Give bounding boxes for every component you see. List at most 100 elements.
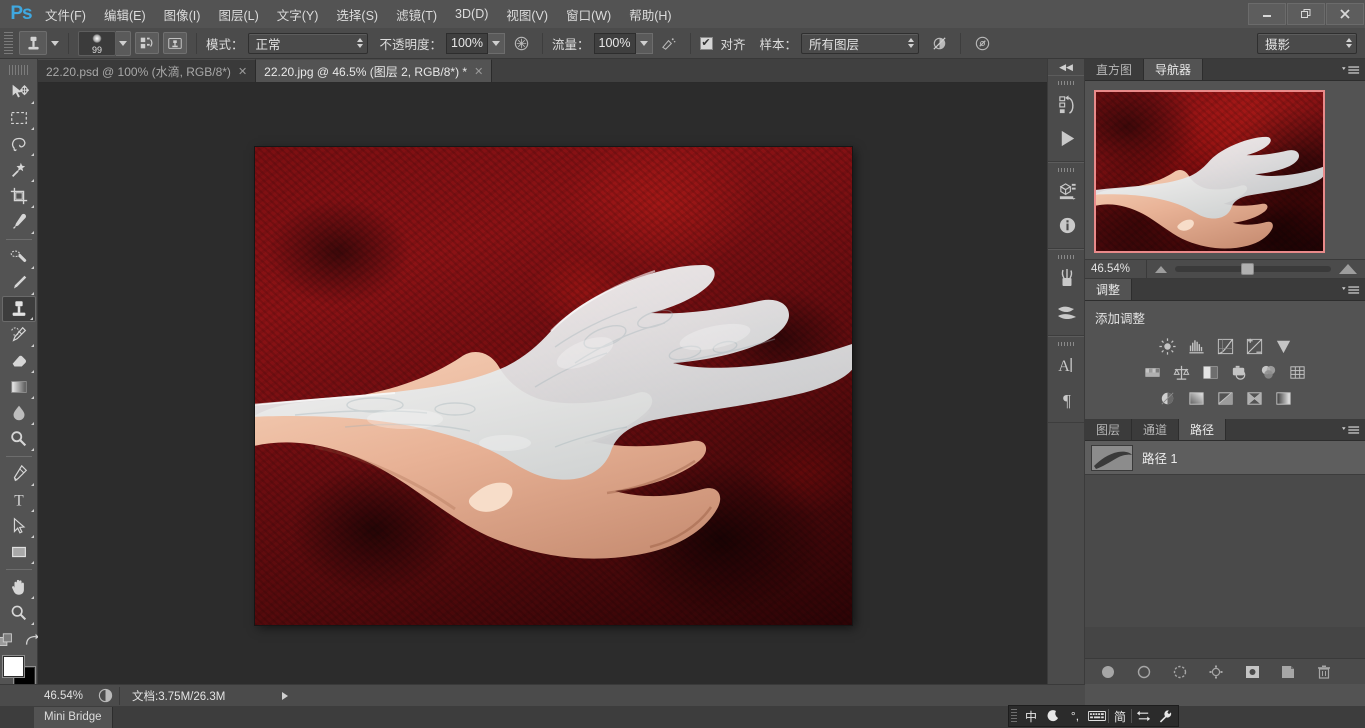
menu-select[interactable]: 选择(S)	[327, 1, 387, 28]
minimize-button[interactable]	[1248, 3, 1286, 25]
tab-navigator[interactable]: 导航器	[1144, 59, 1203, 80]
eraser-tool[interactable]	[2, 348, 36, 374]
status-zoom-value[interactable]: 46.54%	[40, 687, 98, 705]
status-menu-arrow-icon[interactable]	[279, 690, 291, 702]
opacity-chevron-down-icon[interactable]	[488, 33, 505, 54]
ime-punctuation-icon[interactable]: °,	[1064, 706, 1086, 726]
close-tab-icon[interactable]: ✕	[238, 65, 247, 78]
paths-panel-menu-icon[interactable]	[1342, 419, 1360, 441]
menu-3d[interactable]: 3D(D)	[446, 3, 497, 25]
blend-mode-select[interactable]: 正常	[248, 33, 368, 54]
menu-layer[interactable]: 图层(L)	[209, 1, 267, 28]
hand-tool[interactable]	[2, 574, 36, 600]
dock-group-grip[interactable]	[1058, 255, 1074, 259]
move-tool[interactable]	[2, 79, 36, 105]
brightness-contrast-icon[interactable]	[1156, 336, 1178, 356]
new-path-button[interactable]	[1279, 663, 1297, 681]
workspace-select[interactable]: 摄影	[1257, 33, 1357, 54]
magic-wand-tool[interactable]	[2, 157, 36, 183]
color-lookup-icon[interactable]	[1287, 362, 1309, 382]
menu-edit[interactable]: 编辑(E)	[95, 1, 155, 28]
exposure-icon[interactable]	[1243, 336, 1265, 356]
zoom-slider-knob[interactable]	[1241, 263, 1254, 275]
load-selection-button[interactable]	[1171, 663, 1189, 681]
ignore-adjustment-layers-icon[interactable]	[927, 32, 951, 54]
brush-preset-chevron-down-icon[interactable]	[116, 31, 131, 56]
actions-panel-icon[interactable]	[1048, 121, 1086, 155]
mini-bridge-panel-icon[interactable]	[1048, 174, 1086, 208]
navigator-panel-menu-icon[interactable]	[1342, 59, 1360, 81]
ime-settings-icon[interactable]	[1154, 706, 1176, 726]
menu-help[interactable]: 帮助(H)	[620, 1, 680, 28]
rectangle-tool[interactable]	[2, 539, 36, 565]
fill-path-button[interactable]	[1099, 663, 1117, 681]
airbrush-icon[interactable]	[657, 32, 681, 54]
opacity-value[interactable]: 100%	[446, 33, 488, 54]
pen-tool[interactable]	[2, 461, 36, 487]
menu-filter[interactable]: 滤镜(T)	[387, 1, 446, 28]
gradient-map-icon[interactable]	[1243, 388, 1265, 408]
opacity-pressure-icon[interactable]	[509, 32, 533, 54]
foreground-color-swatch[interactable]	[3, 656, 24, 677]
stroke-path-button[interactable]	[1135, 663, 1153, 681]
blur-tool[interactable]	[2, 400, 36, 426]
sample-select[interactable]: 所有图层	[801, 33, 919, 54]
ime-chinese-icon[interactable]: 中	[1020, 706, 1042, 726]
document-canvas[interactable]	[255, 147, 852, 625]
ime-simplified-icon[interactable]: 简	[1109, 706, 1131, 726]
gradient-tool[interactable]	[2, 374, 36, 400]
healing-brush-tool[interactable]	[2, 244, 36, 270]
adjustments-panel-menu-icon[interactable]	[1342, 279, 1360, 301]
align-checkbox[interactable]: ✔	[700, 37, 713, 50]
horizontal-type-tool[interactable]: T	[2, 487, 36, 513]
navigator-thumbnail[interactable]	[1094, 90, 1325, 253]
invert-icon[interactable]	[1156, 388, 1178, 408]
brush-panel-toggle-icon[interactable]	[135, 32, 159, 54]
lasso-tool[interactable]	[2, 131, 36, 157]
language-bar-grip[interactable]	[1011, 709, 1017, 723]
color-balance-icon[interactable]	[1171, 362, 1193, 382]
edit-in-standard-mode-icon[interactable]	[0, 632, 15, 650]
dock-group-grip[interactable]	[1058, 342, 1074, 346]
tab-paths[interactable]: 路径	[1179, 419, 1226, 440]
add-layer-mask-button[interactable]	[1243, 663, 1261, 681]
canvas-area[interactable]	[38, 83, 1078, 684]
zoom-out-icon[interactable]	[1155, 266, 1167, 273]
tool-presets-panel-icon[interactable]	[1048, 295, 1086, 329]
threshold-icon[interactable]	[1214, 388, 1236, 408]
tool-preset-chevron-down-icon[interactable]	[51, 41, 59, 46]
document-tab-psd[interactable]: 22.20.psd @ 100% (水滴, RGB/8*) ✕	[38, 59, 256, 82]
paragraph-panel-icon[interactable]: ¶	[1048, 382, 1086, 416]
make-work-path-button[interactable]	[1207, 663, 1225, 681]
photo-filter-icon[interactable]	[1229, 362, 1251, 382]
tab-layers[interactable]: 图层	[1085, 419, 1132, 440]
menu-image[interactable]: 图像(I)	[155, 1, 210, 28]
tab-histogram[interactable]: 直方图	[1085, 59, 1144, 80]
dock-group-grip[interactable]	[1058, 81, 1074, 85]
crop-tool[interactable]	[2, 183, 36, 209]
channel-mixer-icon[interactable]	[1258, 362, 1280, 382]
clone-source-panel-icon[interactable]	[163, 32, 187, 54]
curves-icon[interactable]	[1214, 336, 1236, 356]
path-item[interactable]: 路径 1	[1085, 441, 1365, 475]
history-panel-icon[interactable]	[1048, 87, 1086, 121]
ime-keyboard-icon[interactable]	[1086, 706, 1108, 726]
menu-type[interactable]: 文字(Y)	[268, 1, 328, 28]
clone-stamp-tool[interactable]	[2, 296, 36, 322]
status-preview-icon[interactable]	[98, 688, 113, 703]
tools-panel-grip[interactable]	[9, 65, 29, 75]
status-document-info[interactable]: 文档:3.75M/26.3M	[119, 687, 279, 705]
flow-value[interactable]: 100%	[594, 33, 636, 54]
document-tab-jpg[interactable]: 22.20.jpg @ 46.5% (图层 2, RGB/8*) * ✕	[256, 59, 492, 82]
zoom-in-icon[interactable]	[1339, 264, 1357, 274]
brush-panel-icon[interactable]	[1048, 261, 1086, 295]
menu-file[interactable]: 文件(F)	[36, 1, 95, 28]
collapse-panels-icon[interactable]: ◀◀	[1048, 59, 1084, 75]
eyedropper-tool[interactable]	[2, 209, 36, 235]
menu-window[interactable]: 窗口(W)	[557, 1, 620, 28]
rectangular-marquee-tool[interactable]	[2, 105, 36, 131]
history-brush-tool[interactable]	[2, 322, 36, 348]
hue-saturation-icon[interactable]	[1142, 362, 1164, 382]
mini-bridge-tab[interactable]: Mini Bridge	[34, 707, 113, 728]
posterize-icon[interactable]	[1185, 388, 1207, 408]
